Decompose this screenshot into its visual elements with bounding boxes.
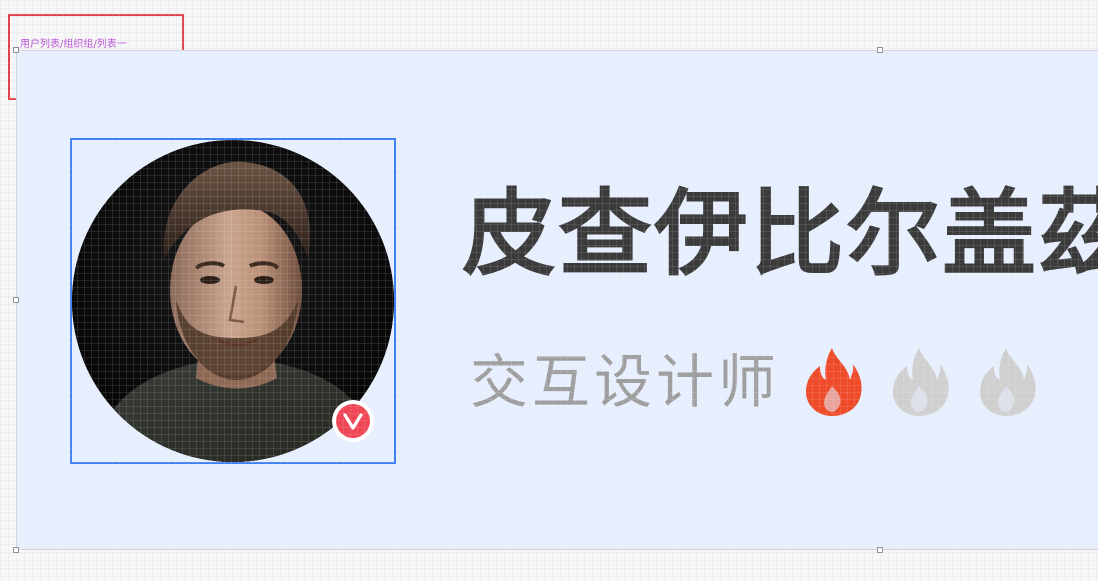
resize-handle-middle-left[interactable] — [13, 297, 19, 303]
user-role[interactable]: 交互设计师 — [470, 348, 780, 416]
resize-handle-top-middle[interactable] — [877, 47, 883, 53]
resize-handle-bottom-middle[interactable] — [877, 547, 883, 553]
flame-icon-3 — [980, 348, 1036, 416]
verified-badge — [332, 400, 374, 442]
verified-check-icon — [336, 404, 370, 438]
flame-icon-1 — [806, 348, 862, 416]
resize-handle-bottom-left[interactable] — [13, 547, 19, 553]
user-name[interactable]: 皮查伊比尔盖茲 — [462, 180, 1098, 290]
resize-handle-top-left[interactable] — [13, 47, 19, 53]
flame-icon-2 — [893, 348, 949, 416]
